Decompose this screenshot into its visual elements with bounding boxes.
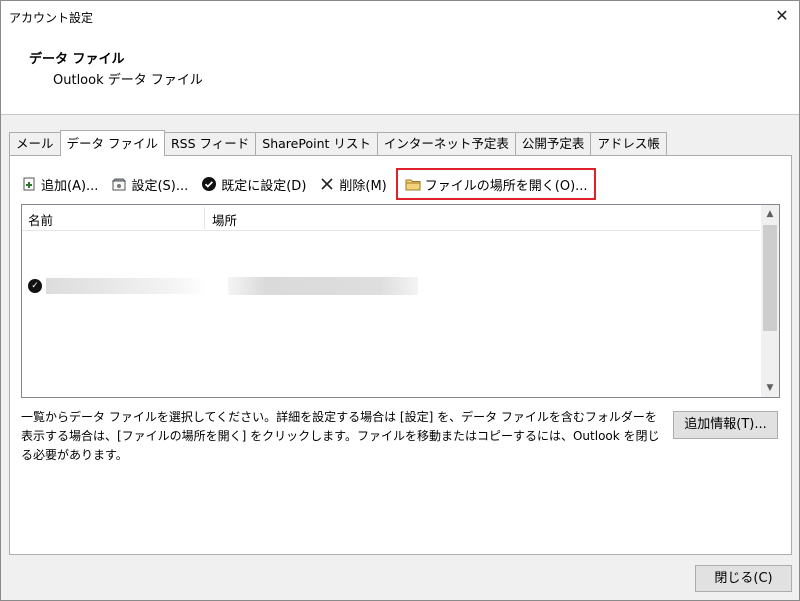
tab-bar: メール データ ファイル RSS フィード SharePoint リスト インタ… [9, 130, 667, 156]
column-header-location[interactable]: 場所 [212, 210, 237, 229]
column-header-name[interactable]: 名前 [28, 210, 53, 229]
tab-data-files[interactable]: データ ファイル [59, 130, 165, 156]
add-file-icon [20, 175, 38, 193]
add-button-label: 追加(A)... [41, 178, 99, 194]
settings-button[interactable]: 設定(S)... [107, 173, 191, 195]
tab-rss-feeds[interactable]: RSS フィード [164, 132, 257, 156]
x-icon [318, 175, 336, 193]
list-item[interactable]: ✓ [28, 275, 448, 297]
add-button[interactable]: 追加(A)... [17, 173, 101, 195]
folder-icon [404, 175, 422, 193]
check-circle-icon [200, 175, 218, 193]
redacted-file-location [228, 277, 418, 295]
tab-internet-calendars[interactable]: インターネット予定表 [376, 132, 516, 156]
toolbar: 追加(A)... 設定(S)... 既定に設定(D) 削除(M) ファイルの場所… [17, 168, 602, 200]
list-header: 名前 場所 [22, 205, 760, 231]
settings-icon [110, 175, 128, 193]
scroll-down-icon[interactable]: ▼ [761, 379, 779, 397]
scroll-thumb[interactable] [763, 225, 777, 331]
set-default-button[interactable]: 既定に設定(D) [197, 173, 309, 195]
help-description: 一覧からデータ ファイルを選択してください。詳細を設定する場合は [設定] を、… [21, 410, 660, 462]
column-separator[interactable] [204, 207, 205, 229]
redacted-file-name [46, 278, 206, 294]
window-title: アカウント設定 [9, 11, 94, 25]
settings-button-label: 設定(S)... [131, 178, 189, 194]
dialog-header: アカウント設定 ✕ データ ファイル Outlook データ ファイル [1, 1, 799, 115]
open-file-location-label: ファイルの場所を開く(O)... [424, 178, 588, 194]
default-check-icon: ✓ [28, 279, 42, 293]
section-title: データ ファイル [29, 52, 125, 67]
set-default-button-label: 既定に設定(D) [221, 178, 307, 194]
tab-mail[interactable]: メール [9, 132, 61, 156]
tab-sharepoint-lists[interactable]: SharePoint リスト [255, 132, 378, 156]
account-settings-dialog: アカウント設定 ✕ データ ファイル Outlook データ ファイル メール … [0, 0, 800, 601]
close-icon[interactable]: ✕ [771, 5, 793, 27]
more-info-button[interactable]: 追加情報(T)... [673, 411, 778, 439]
delete-button[interactable]: 削除(M) [315, 173, 389, 195]
section-subtitle: Outlook データ ファイル [53, 73, 203, 88]
vertical-scrollbar[interactable]: ▲ ▼ [761, 205, 779, 397]
delete-button-label: 削除(M) [339, 178, 387, 194]
data-file-list[interactable]: 名前 場所 ✓ ▲ ▼ [21, 204, 780, 398]
close-button[interactable]: 閉じる(C) [695, 565, 792, 592]
tab-published-calendars[interactable]: 公開予定表 [514, 132, 592, 156]
tab-address-books[interactable]: アドレス帳 [590, 132, 667, 156]
open-file-location-button[interactable]: ファイルの場所を開く(O)... [395, 168, 596, 200]
scroll-up-icon[interactable]: ▲ [761, 205, 779, 223]
